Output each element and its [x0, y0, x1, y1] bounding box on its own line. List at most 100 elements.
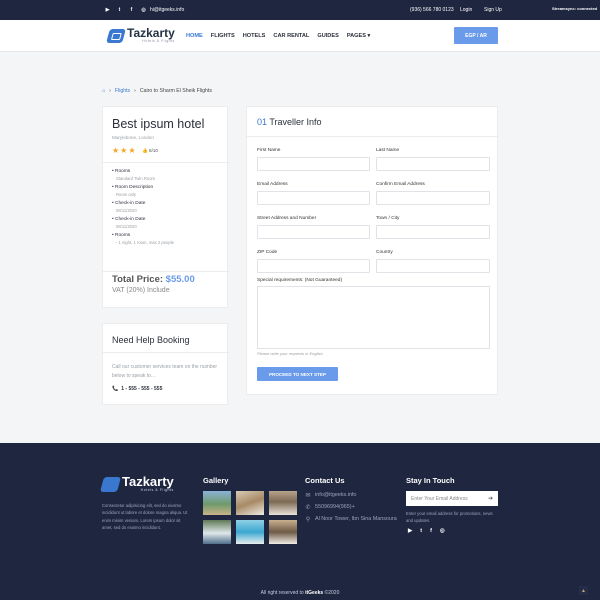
currency-button[interactable]: EGP / AR [454, 27, 498, 44]
vat-note: VAT (20%) Include [112, 287, 170, 294]
subscribe-input[interactable]: Enter Your Email Address ➔ [406, 491, 498, 506]
first-name-label: First Name [257, 148, 281, 153]
detail-label: • Check-in Date [112, 217, 146, 222]
copyright: All right reserved to itGeeks ©2020 [0, 590, 600, 596]
email-field[interactable] [257, 191, 370, 205]
breadcrumb: ⌂ › Flights › Cairo to Sharm El Sheik Fl… [102, 88, 212, 94]
nav-item-pages-label: PAGES [346, 33, 366, 39]
breadcrumb-separator-icon: › [109, 88, 111, 94]
detail-label-text: Check-in Date [115, 201, 146, 206]
star-icon: ★ [112, 146, 120, 155]
gallery-image[interactable] [269, 491, 297, 515]
zip-label: ZIP Code [257, 250, 278, 255]
special-requirements-label: Special requirements: (Not Guaranteed) [257, 278, 343, 283]
home-icon[interactable]: ⌂ [102, 88, 105, 94]
confirm-email-label: Confirm Email Address [376, 182, 425, 187]
gallery-image[interactable] [236, 520, 264, 544]
divider [103, 162, 229, 163]
detail-label-text: Rooms [115, 169, 131, 174]
contact-address: ⚲ Al Noor Tower, Ibn Sina Mansoura [305, 516, 397, 523]
facebook-icon[interactable]: f [128, 6, 135, 13]
top-email[interactable]: hi@itgeeks.info [150, 7, 184, 13]
mail-icon: ✉ [305, 492, 311, 499]
footer-logo[interactable]: Tazkarty Hotels & Flights [99, 475, 174, 492]
town-field[interactable] [376, 225, 490, 239]
detail-item: • Rooms - 1 night, 1 room, max 2 people [112, 233, 174, 245]
detail-label-text: Room Description [115, 185, 154, 190]
street-field[interactable] [257, 225, 370, 239]
detail-item: • Check-in Date 08/11/2020 [112, 217, 174, 229]
copyright-prefix: All right reserved to [260, 590, 304, 596]
gallery-title: Gallery [203, 476, 229, 485]
divider [103, 352, 229, 353]
first-name-field[interactable] [257, 157, 370, 171]
twitter-icon[interactable]: t [116, 6, 123, 13]
arrow-right-icon[interactable]: ➔ [488, 495, 493, 502]
gallery-grid [203, 491, 297, 544]
help-phone-number: 1 - 555 - 555 - 555 [121, 386, 163, 392]
gallery-image[interactable] [236, 491, 264, 515]
nav-item-hotels[interactable]: HOTELS [243, 33, 266, 39]
contact-phone-text: 55096994(965)+ [315, 504, 355, 510]
country-label: Country [376, 250, 393, 255]
contact-email[interactable]: ✉ info@itgeeks.info [305, 492, 356, 499]
total-price: Total Price: $55.00 [112, 274, 195, 285]
top-phone: (936) 566 780 0123 [410, 7, 454, 13]
gallery-image[interactable] [269, 520, 297, 544]
signup-link[interactable]: Sign Up [484, 7, 502, 13]
form-title: 01 Traveller Info [257, 117, 322, 127]
instagram-icon[interactable]: ◎ [440, 528, 445, 534]
last-name-label: Last Name [376, 148, 400, 153]
facebook-icon[interactable]: f [430, 528, 432, 534]
instagram-icon[interactable]: ◎ [140, 6, 147, 13]
nav-item-pages[interactable]: PAGES ▾ [347, 33, 371, 39]
logo-icon [99, 476, 122, 492]
gallery-image[interactable] [203, 520, 231, 544]
top-socials: ▶ t f ◎ [104, 6, 147, 13]
zip-field[interactable] [257, 259, 370, 273]
last-name-field[interactable] [376, 157, 490, 171]
detail-label: • Room Description [112, 185, 154, 190]
rating-value: 8/10 [149, 148, 158, 153]
nav-item-flights[interactable]: FLIGHTS [211, 33, 235, 39]
hotel-rating: 👍 8/10 [142, 148, 158, 154]
booking-details: • Rooms Standard Twin Room • Room Descri… [112, 169, 174, 249]
top-bar: ▶ t f ◎ hi@itgeeks.info (936) 566 780 01… [0, 0, 600, 20]
contact-address-text: Al Noor Tower, Ibn Sina Mansoura [315, 516, 397, 522]
main-nav: Tazkarty Hotels & Flights HOME FLIGHTS H… [0, 20, 600, 52]
gallery-image[interactable] [203, 491, 231, 515]
login-link[interactable]: Login [460, 7, 472, 13]
help-phone[interactable]: 📞 1 - 555 - 555 - 555 [112, 386, 162, 392]
detail-item: • Room Description Room only [112, 185, 174, 197]
youtube-icon[interactable]: ▶ [104, 6, 111, 13]
footer: Tazkarty Hotels & Flights Consectetur ad… [0, 443, 600, 600]
copyright-brand[interactable]: itGeeks [305, 590, 323, 596]
detail-item: • Rooms Standard Twin Room [112, 169, 174, 181]
nav-item-guides[interactable]: GUIDES [317, 33, 338, 39]
traveller-info-form: 01 Traveller Info First Name Last Name E… [246, 106, 499, 395]
confirm-email-field[interactable] [376, 191, 490, 205]
detail-label: • Rooms [112, 233, 131, 238]
divider [103, 271, 229, 272]
brand-logo[interactable]: Tazkarty Hotels & Flights [106, 27, 175, 43]
proceed-button[interactable]: PROCEED TO NEXT STEP [257, 367, 338, 381]
contact-phone[interactable]: ✆ 55096994(965)+ [305, 504, 355, 511]
youtube-icon[interactable]: ▶ [408, 528, 412, 534]
special-requirements-textarea[interactable] [257, 286, 490, 349]
country-field[interactable] [376, 259, 490, 273]
help-text: Call our customer services team on the n… [112, 364, 218, 379]
detail-label: • Check-in Date [112, 201, 146, 206]
phone-icon: ✆ [305, 504, 311, 511]
detail-value: Room only [116, 192, 137, 197]
detail-value: 08/11/2020 [116, 208, 137, 213]
nav-menu: HOME FLIGHTS HOTELS CAR RENTAL GUIDES PA… [186, 33, 370, 39]
phone-icon: 📞 [112, 386, 119, 392]
stay-in-touch-title: Stay In Touch [406, 476, 455, 485]
breadcrumb-flights[interactable]: Flights [115, 88, 130, 94]
nav-item-home[interactable]: HOME [186, 33, 203, 39]
scroll-to-top-button[interactable]: ▲ [579, 586, 588, 595]
nav-item-car-rental[interactable]: CAR RENTAL [273, 33, 309, 39]
copyright-suffix: ©2020 [324, 590, 340, 596]
hotel-title: Best ipsum hotel [112, 117, 205, 131]
twitter-icon[interactable]: t [420, 528, 422, 534]
